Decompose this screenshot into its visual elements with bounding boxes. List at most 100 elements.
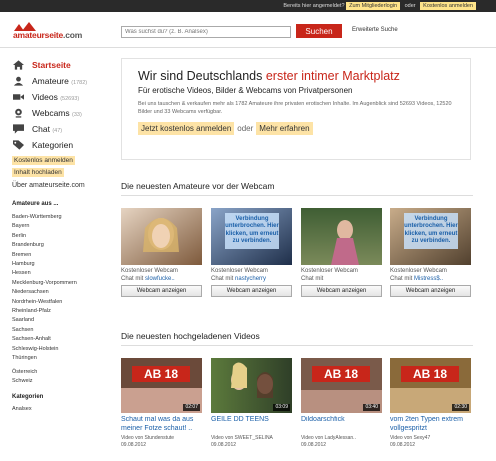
video-author-link[interactable]: LadyAlessan..	[325, 435, 356, 441]
home-icon	[13, 60, 24, 70]
video-duration: 02:07	[183, 404, 200, 411]
video-author-link[interactable]: Sexy47	[414, 435, 431, 441]
webcam-label: Kostenloser Webcam Chat mit	[301, 268, 358, 282]
video-thumbnail[interactable]: 03:09	[211, 358, 292, 413]
category-link[interactable]: Analsex	[12, 405, 110, 414]
webcams-section-title: Die neuesten Amateure vor der Webcam	[121, 181, 473, 196]
video-duration: 02:30	[452, 404, 469, 411]
region-link[interactable]: Baden-Württemberg	[12, 213, 110, 222]
user-icon	[13, 76, 24, 86]
region-link[interactable]: Nordrhein-Westfalen	[12, 298, 110, 307]
sidebar-item-chat[interactable]: Chat (47)	[12, 121, 110, 137]
webcam-label: Kostenloser Webcam Chat mit slowfucke..	[121, 268, 178, 282]
webcam-user-link[interactable]: slowfucke..	[145, 276, 175, 282]
video-card: AB 18 02:07 Schaut mal was da aus meiner…	[121, 358, 202, 448]
region-link[interactable]: Bremen	[12, 251, 110, 260]
webcam-user-link[interactable]: nastycherry	[235, 276, 266, 282]
video-title-link[interactable]: Schaut mal was da aus meiner Fotze schau…	[121, 416, 202, 433]
categories-title: Kategorien	[12, 394, 44, 401]
sidebar-item-startseite[interactable]: Startseite	[12, 57, 110, 73]
video-date: 09.08.2012	[301, 441, 327, 448]
sidebar-item-webcams[interactable]: Webcams (33)	[12, 105, 110, 121]
country-link[interactable]: Österreich	[12, 368, 110, 377]
register-top-link[interactable]: Kostenlos anmelden	[420, 2, 476, 10]
register-cta[interactable]: Jetzt kostenlos anmelden	[138, 122, 235, 135]
logo-text: amateurseite.com	[13, 30, 83, 40]
webcam-label: Kostenloser Webcam Chat mit Mistress$..	[390, 268, 447, 282]
video-author-link[interactable]: SWEET_SELINA	[235, 435, 273, 441]
promo-subtitle: Für erotische Videos, Bilder & Webcams v…	[138, 86, 353, 95]
video-duration: 03:40	[363, 404, 380, 411]
region-link[interactable]: Sachsen-Anhalt	[12, 335, 110, 344]
videos-section-title: Die neuesten hochgeladenen Videos	[121, 331, 473, 346]
header: amateurseite.com Suchen Erweiterte Suche	[0, 12, 496, 48]
promo-box: Wir sind Deutschlands erster intimer Mar…	[121, 58, 471, 160]
video-meta: Video von LadyAlessan.. 09.08.2012	[301, 435, 356, 448]
webcam-thumbnail[interactable]: Verbindung unterbrochen. Hier klicken, u…	[390, 208, 471, 265]
country-link[interactable]: Schweiz	[12, 377, 110, 386]
video-date: 09.08.2012	[211, 441, 237, 448]
video-card: 03:09 GEILE DD TEENS Video von SWEET_SEL…	[211, 358, 292, 448]
video-author-link[interactable]: Stundenstute	[145, 435, 174, 441]
video-thumbnail[interactable]: AB 18 02:30	[390, 358, 471, 413]
region-link[interactable]: Brandenburg	[12, 241, 110, 250]
webcam-icon	[15, 108, 22, 118]
video-thumbnail[interactable]: AB 18 03:40	[301, 358, 382, 413]
region-link[interactable]: Sachsen	[12, 326, 110, 335]
video-meta: Video von Stundenstute 09.08.2012	[121, 435, 175, 448]
cta-or-text: oder	[237, 124, 254, 133]
search-input[interactable]	[121, 26, 291, 38]
video-thumbnail[interactable]: AB 18 02:07	[121, 358, 202, 413]
top-bar: Bereits hier angemeldet? Zum Mitgliederl…	[0, 0, 496, 12]
member-login-link[interactable]: Zum Mitgliederlogin	[346, 2, 401, 10]
promo-title: Wir sind Deutschlands erster intimer Mar…	[138, 69, 400, 83]
video-meta: Video von SWEET_SELINA 09.08.2012	[211, 435, 273, 448]
region-link[interactable]: Hessen	[12, 269, 110, 278]
webcam-thumbnail[interactable]	[301, 208, 382, 265]
webcam-thumbnail[interactable]: Verbindung unterbrochen. Hier klicken, u…	[211, 208, 292, 265]
video-title-link[interactable]: GEILE DD TEENS	[211, 416, 292, 433]
show-webcam-button[interactable]: Webcam anzeigen	[301, 285, 382, 297]
video-camera-icon	[13, 94, 24, 100]
video-meta: Video von Sexy47 09.08.2012	[390, 435, 431, 448]
region-list: Baden-Württemberg Bayern Berlin Brandenb…	[12, 213, 110, 386]
video-title-link[interactable]: vom 2ten Typen extrem vollgespritzt	[390, 416, 471, 433]
learn-more-cta[interactable]: Mehr erfahren	[256, 122, 313, 135]
webcam-card: Kostenloser Webcam Chat mit slowfucke.. W…	[121, 208, 202, 297]
regions-title: Amateure aus ...	[12, 201, 59, 207]
connection-lost-overlay[interactable]: Verbindung unterbrochen. Hier klicken, u…	[404, 213, 458, 249]
region-link[interactable]: Hamburg	[12, 260, 110, 269]
region-link[interactable]: Rheinland-Pfalz	[12, 307, 110, 316]
connection-lost-overlay[interactable]: Verbindung unterbrochen. Hier klicken, u…	[225, 213, 279, 249]
show-webcam-button[interactable]: Webcam anzeigen	[121, 285, 202, 297]
region-link[interactable]: Schleswig-Holstein	[12, 345, 110, 354]
sidebar-item-kategorien[interactable]: Kategorien	[12, 137, 110, 153]
show-webcam-button[interactable]: Webcam anzeigen	[211, 285, 292, 297]
region-link[interactable]: Bayern	[12, 222, 110, 231]
webcam-thumbnail[interactable]	[121, 208, 202, 265]
video-card: AB 18 03:40 Dildoarschfick Video von Lad…	[301, 358, 382, 448]
advanced-search-link[interactable]: Erweiterte Suche	[352, 27, 398, 33]
webcam-card: Verbindung unterbrochen. Hier klicken, u…	[390, 208, 471, 297]
promo-text: Bei uns tauschen & verkaufen mehr als 17…	[138, 101, 452, 115]
sidebar-register-link[interactable]: Kostenlos anmelden	[12, 156, 75, 165]
promo-ctas: Jetzt kostenlos anmelden oder Mehr erfahre…	[138, 122, 454, 135]
or-text: oder	[404, 3, 416, 9]
about-link[interactable]: Über amateurseite.com	[12, 182, 110, 189]
video-title-link[interactable]: Dildoarschfick	[301, 416, 382, 433]
region-link[interactable]: Mecklenburg-Vorpommern	[12, 279, 110, 288]
webcam-user-link[interactable]: Mistress$..	[414, 276, 443, 282]
age-restriction-badge: AB 18	[401, 366, 459, 382]
region-link[interactable]: Thüringen	[12, 354, 110, 363]
region-link[interactable]: Niedersachsen	[12, 288, 110, 297]
region-link[interactable]: Saarland	[12, 316, 110, 325]
webcam-preview-image	[301, 208, 382, 265]
search-button[interactable]: Suchen	[296, 24, 342, 38]
sidebar-upload-link[interactable]: Inhalt hochladen	[12, 168, 64, 177]
show-webcam-button[interactable]: Webcam anzeigen	[390, 285, 471, 297]
sidebar-item-amateure[interactable]: Amateure (1782)	[12, 73, 110, 89]
region-link[interactable]: Berlin	[12, 232, 110, 241]
video-date: 09.08.2012	[121, 441, 147, 448]
webcam-preview-image	[121, 208, 202, 265]
sidebar-item-videos[interactable]: Videos (52693)	[12, 89, 110, 105]
